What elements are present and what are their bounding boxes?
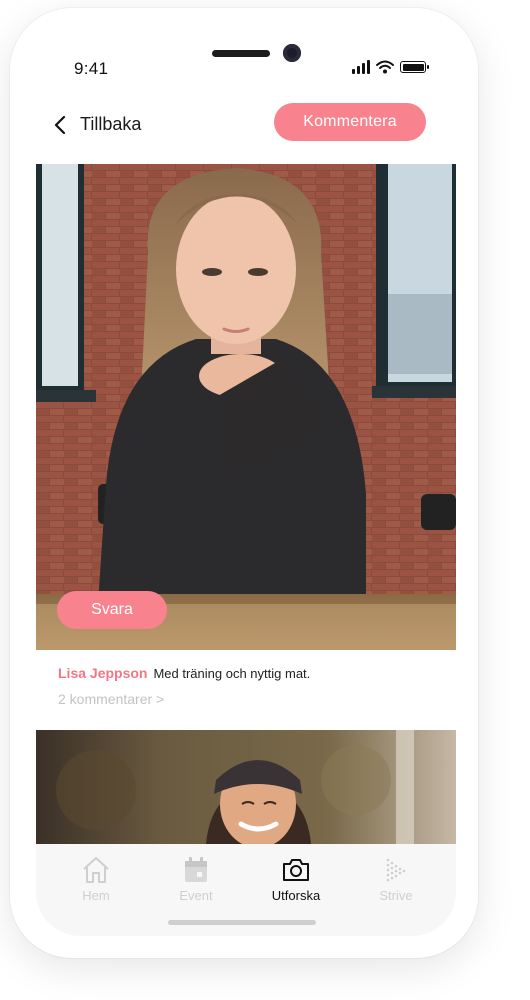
front-camera (283, 44, 301, 62)
speaker-grille (212, 50, 270, 57)
camera-icon (281, 856, 311, 884)
back-button[interactable]: Tillbaka (54, 114, 141, 135)
phone-frame: 9:41 Tillbaka Kommentera Svara Lisa Jepp… (10, 8, 478, 958)
portrait-photo-second (36, 730, 456, 844)
post-photo[interactable] (36, 164, 456, 650)
post-photo-second[interactable] (36, 730, 456, 844)
chevron-left-icon (54, 115, 66, 134)
portrait-photo (36, 164, 456, 650)
tab-hem[interactable]: Hem (48, 844, 144, 936)
strive-logo-icon (381, 856, 411, 884)
post-text: Med träning och nyttig mat. (153, 666, 311, 681)
tab-label: Event (179, 888, 213, 903)
reply-button[interactable]: Svara (57, 591, 167, 629)
status-icons (352, 60, 429, 74)
author-name[interactable]: Lisa Jeppson (58, 665, 147, 681)
cellular-signal-icon (352, 60, 370, 74)
calendar-icon (181, 856, 211, 884)
wifi-icon (376, 60, 394, 74)
tab-label: Strive (379, 888, 413, 903)
tab-label: Hem (82, 888, 110, 903)
home-indicator[interactable] (168, 920, 316, 925)
back-label: Tillbaka (80, 114, 142, 134)
app-screen: 9:41 Tillbaka Kommentera Svara Lisa Jepp… (36, 24, 456, 936)
battery-icon (400, 61, 429, 73)
tab-strive[interactable]: Strive (348, 844, 444, 936)
status-time: 9:41 (74, 59, 109, 78)
comments-link[interactable]: 2 kommentarer > (58, 691, 164, 707)
comment-button[interactable]: Kommentera (274, 103, 426, 141)
post-caption: Lisa Jeppson Med träning och nyttig mat. (58, 665, 310, 681)
home-icon (81, 856, 111, 884)
tab-label: Utforska (271, 888, 321, 903)
